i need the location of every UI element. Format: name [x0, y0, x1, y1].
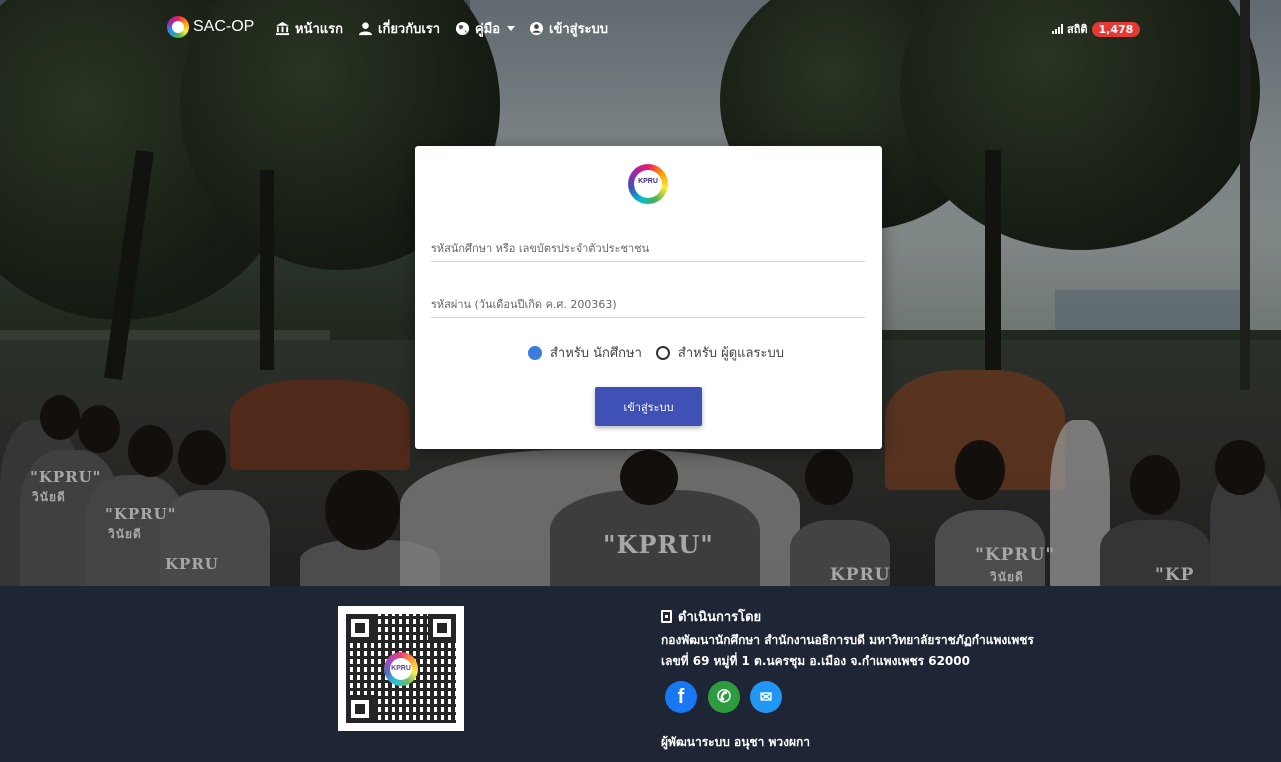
footer-title-text: ดำเนินการโดย	[678, 610, 762, 625]
qr-code: KPRU	[338, 606, 464, 731]
globe-icon	[455, 21, 470, 36]
username-input[interactable]	[431, 226, 865, 262]
nav-manual-label: คู่มือ	[475, 22, 501, 37]
card-logo-text: KPRU	[638, 178, 658, 185]
login-card: KPRU สำหรับ นักศึกษา สำหรับ ผู้ดูแลระบบ …	[415, 146, 882, 449]
radio-admin-label[interactable]: สำหรับ ผู้ดูแลระบบ	[678, 342, 784, 363]
developer-credit: ผู้พัฒนาระบบ อนุชา พวงผกา	[661, 735, 811, 749]
radio-student[interactable]	[528, 345, 542, 360]
chevron-down-icon	[507, 26, 516, 31]
radio-admin[interactable]	[655, 345, 670, 360]
footer: KPRU ดำเนินการโดย กองพัฒนานักศึกษา สำนัก…	[0, 586, 1281, 762]
brand-text: SAC-OP	[193, 18, 255, 35]
facebook-icon[interactable]: f	[665, 681, 697, 713]
nav-home-label: หน้าแรก	[295, 22, 343, 37]
visitor-count-badge: 1,478	[1091, 21, 1141, 37]
nav-manual-dropdown[interactable]: คู่มือ	[455, 18, 516, 39]
user-circle-icon	[529, 21, 544, 36]
phone-icon[interactable]: ✆	[708, 681, 740, 713]
bar-chart-icon	[1052, 24, 1063, 34]
bank-icon	[275, 21, 290, 36]
footer-address: เลขที่ 69 หมู่ที่ 1 ต.นครชุม อ.เมือง จ.ก…	[661, 654, 970, 668]
footer-org: กองพัฒนานักศึกษา สำนักงานอธิการบดี มหาวิ…	[661, 633, 1034, 647]
nav-about-label: เกี่ยวกับเรา	[378, 22, 441, 37]
nav-home[interactable]: หน้าแรก	[275, 18, 343, 39]
user-icon	[358, 22, 373, 36]
password-input[interactable]	[431, 282, 865, 318]
nav-about[interactable]: เกี่ยวกับเรา	[358, 18, 440, 39]
visitor-stat: สถิติ 1,478	[1052, 20, 1141, 38]
id-card-icon	[661, 610, 672, 623]
radio-student-label[interactable]: สำหรับ นักศึกษา	[550, 342, 642, 363]
nav-login[interactable]: เข้าสู่ระบบ	[529, 18, 608, 39]
stat-label: สถิติ	[1067, 23, 1088, 36]
footer-title: ดำเนินการโดย	[661, 606, 761, 627]
top-navbar: SAC-OP หน้าแรก เกี่ยวกับเรา คู่มือ เข้าส…	[0, 0, 1281, 56]
role-radio-group: สำหรับ นักศึกษา สำหรับ ผู้ดูแลระบบ	[528, 342, 790, 363]
login-submit-button[interactable]: เข้าสู่ระบบ	[595, 387, 702, 426]
nav-login-label: เข้าสู่ระบบ	[549, 22, 609, 37]
brand-link[interactable]: SAC-OP	[167, 16, 254, 38]
kpru-logo-icon	[167, 16, 189, 38]
qr-logo-text: KPRU	[391, 665, 411, 672]
ticket-icon[interactable]: ✉	[750, 681, 782, 713]
